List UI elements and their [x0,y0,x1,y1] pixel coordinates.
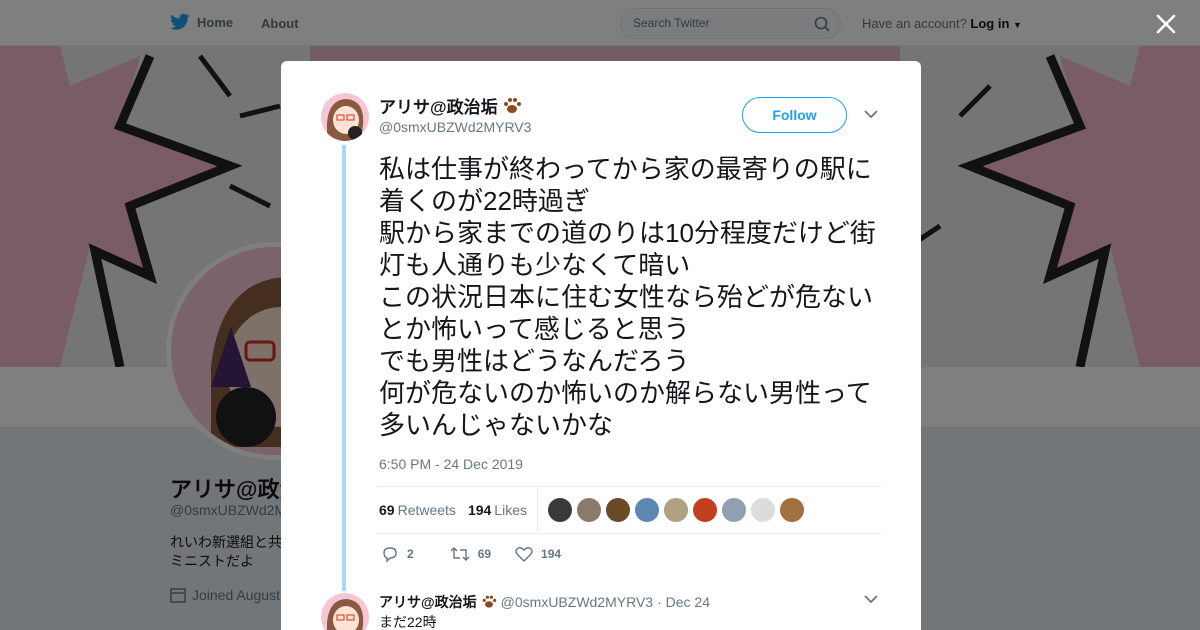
tweet-author-name[interactable]: アリサ@政治垢 [379,93,522,118]
reply-author-avatar-art [327,599,364,630]
reply-date[interactable]: · Dec 24 [657,594,710,610]
paw-emoji-icon [482,595,496,608]
liker-avatar[interactable] [721,498,746,522]
liker-avatar[interactable] [663,498,688,522]
liker-avatar[interactable] [779,498,804,522]
likes-stat[interactable]: 194 Likes [468,502,527,518]
tweet-author-avatar-art [327,99,364,141]
reply-author-avatar[interactable] [321,593,369,630]
likes-label: Likes [494,502,527,518]
like-action[interactable]: 194 [515,546,561,562]
close-icon[interactable] [1154,12,1178,36]
retweets-label: Retweets [397,502,456,518]
liker-avatar[interactable] [750,498,775,522]
tweet-timestamp[interactable]: 6:50 PM - 24 Dec 2019 [379,456,523,472]
tweet-text-content: 私は仕事が終わってから家の最寄りの駅に着くのが22時過ぎ 駅から家までの道のりは… [379,154,876,440]
tweet-text: 私は仕事が終わってから家の最寄りの駅に着くのが22時過ぎ 駅から家までの道のりは… [379,153,889,441]
tweet-author-handle[interactable]: @0smxUBZWd2MYRV3 [379,119,531,135]
like-count: 194 [541,547,562,561]
reply-author-name[interactable]: アリサ@政治垢 [379,592,477,612]
thread-line [342,145,346,591]
tweet-author-avatar[interactable] [321,93,369,141]
chevron-down-icon[interactable] [864,594,878,604]
likes-count: 194 [467,502,492,518]
reply-author-handle[interactable]: @0smxUBZWd2MYRV3 [501,594,653,610]
tweet-actions: 2 69 194 [381,545,585,563]
reply-count: 2 [407,547,414,561]
retweet-count: 69 [477,547,492,561]
tweet-modal: アリサ@政治垢 @0smxUBZWd2MYRV3 Follow 私は仕事が終わっ… [281,61,921,630]
chevron-down-icon[interactable] [864,109,878,119]
retweets-count: 69 [379,502,395,518]
liker-avatar[interactable] [634,498,659,522]
paw-emoji-icon [503,97,521,113]
liker-avatar[interactable] [692,498,717,522]
retweets-stat[interactable]: 69 Retweets [379,502,456,518]
follow-button[interactable]: Follow [742,97,847,133]
heart-icon [515,547,533,562]
stats-divider [536,488,538,532]
reply-action[interactable]: 2 [381,545,414,563]
reply-icon [383,547,397,563]
retweet-icon [450,547,470,561]
tweet-author-name-label: アリサ@政治垢 [379,98,498,117]
liker-avatar[interactable] [547,498,572,522]
reply-header: アリサ@政治垢 @0smxUBZWd2MYRV3 · Dec 24 [379,592,710,612]
liker-avatar[interactable] [576,498,601,522]
liker-avatar[interactable] [605,498,630,522]
tweet-stats: 69 Retweets 194 Likes [377,486,881,534]
retweet-action[interactable]: 69 [450,546,491,562]
reply-text: まだ22時 [379,614,437,630]
liker-avatars [547,498,804,522]
